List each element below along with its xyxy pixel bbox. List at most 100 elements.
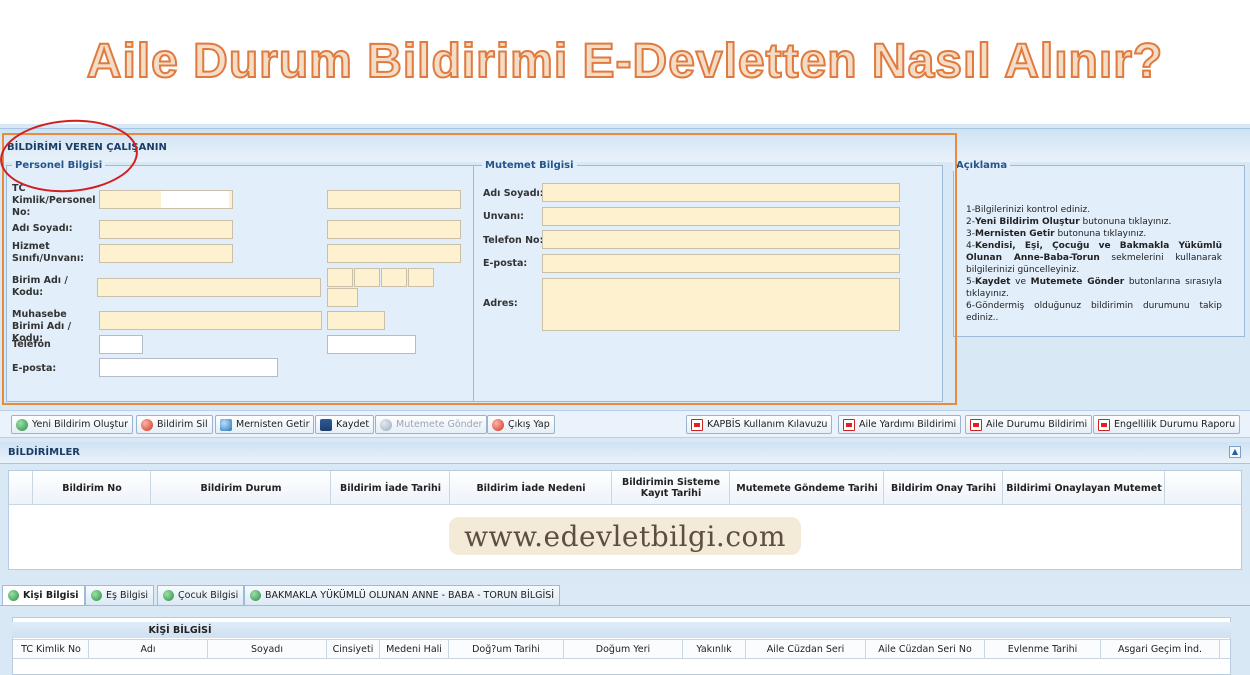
tab-kisi-bilgisi[interactable]: Kişi Bilgisi (2, 585, 85, 605)
birim-kodu-5[interactable] (327, 288, 358, 307)
col-onaylayan-mutemet[interactable]: Bildirimi Onaylayan Mutemet (1003, 471, 1165, 505)
aciklama-line-1: 1-Bilgilerinizi kontrol ediniz. (966, 205, 1091, 215)
col-iade-tarihi[interactable]: Bildirim İade Tarihi (331, 471, 450, 505)
birim-kodu-4[interactable] (408, 268, 434, 287)
muhasebe-kodu-input[interactable] (327, 311, 385, 330)
tc-redacted (161, 191, 229, 208)
refresh-icon (8, 590, 19, 601)
soyad-input[interactable] (327, 220, 461, 239)
send-icon (380, 418, 392, 431)
col-adi[interactable]: Adı (89, 640, 207, 659)
collapse-icon[interactable]: ▲ (1229, 446, 1241, 458)
pdf-icon (1098, 418, 1110, 431)
ad-soyad-label: Adı Soyadı: (12, 223, 73, 234)
unvan-input[interactable] (327, 244, 461, 263)
section-band (0, 128, 1250, 162)
eposta-input[interactable] (99, 358, 278, 377)
section-title: BİLDİRİMİ VEREN ÇALIŞANIN (7, 142, 167, 153)
yeni-bildirim-button[interactable]: Yeni Bildirim Oluştur (11, 415, 134, 434)
delete-icon (141, 418, 153, 431)
birim-kodu-1[interactable] (327, 268, 353, 287)
save-icon (320, 418, 332, 431)
hizmet-input[interactable] (99, 244, 233, 263)
aciklama-line-2: 2-Yeni Bildirim Oluştur butonuna tıklayı… (966, 217, 1172, 227)
birim-label: Birim Adı / Kodu: (12, 275, 68, 298)
telefon-alan-input[interactable] (99, 335, 143, 354)
refresh-icon (16, 418, 28, 431)
mutemet-eposta-label: E-posta: (483, 258, 528, 269)
exit-icon (492, 418, 504, 431)
bildirimler-header (0, 442, 1250, 464)
personel-no-input[interactable] (327, 190, 461, 209)
mutemet-telefon-input[interactable] (542, 230, 900, 249)
col-cuzdan-seri[interactable]: Aile Cüzdan Seri (746, 640, 865, 659)
col-evlenme-tarihi[interactable]: Evlenme Tarihi (985, 640, 1100, 659)
col-soyadi[interactable]: Soyadı (208, 640, 326, 659)
col-asgari-gecim[interactable]: Asgari Geçim İnd. (1101, 640, 1219, 659)
aile-yardimi-button[interactable]: Aile Yardımı Bildirimi (838, 415, 962, 434)
refresh-icon (163, 590, 174, 601)
ad-input[interactable] (99, 220, 233, 239)
tab-anne-baba-torun[interactable]: BAKMAKLA YÜKÜMLÜ OLUNAN ANNE - BABA - TO… (244, 585, 561, 605)
pdf-icon (970, 418, 982, 431)
birim-adi-input[interactable] (97, 278, 321, 297)
tc-label: TC Kimlik/Personel No: (12, 183, 96, 218)
aciklama-line-4: 4-Kendisi, Eşi, Çocuğu ve Bakmakla Yüküm… (966, 241, 1222, 275)
mutemet-adres-label: Adres: (483, 298, 518, 309)
bildirimler-title: BİLDİRİMLER (8, 447, 81, 458)
col-onay-tarihi[interactable]: Bildirim Onay Tarihi (884, 471, 1003, 505)
mutemet-ad-label: Adı Soyadı: (483, 188, 544, 199)
col-divider (1219, 640, 1220, 659)
kapbis-kilavuz-button[interactable]: KAPBİS Kullanım Kılavuzu (686, 415, 833, 434)
birim-kodu-3[interactable] (381, 268, 407, 287)
telefon-input[interactable] (327, 335, 416, 354)
watermark: www.edevletbilgi.com (449, 517, 801, 555)
eposta-label: E-posta: (12, 363, 57, 374)
aciklama-line-6: 6-Göndermiş olduğunuz bildirimin durumun… (966, 301, 1222, 323)
col-divider (1164, 471, 1165, 505)
mutemete-gonder-button[interactable]: Mutemete Gönder (375, 415, 488, 434)
mutemet-unvan-label: Unvanı: (483, 211, 524, 222)
tab-cocuk-bilgisi[interactable]: Çocuk Bilgisi (157, 585, 245, 605)
personel-legend: Personel Bilgisi (12, 160, 106, 171)
col-kayit-tarihi[interactable]: Bildirimin Sisteme Kayıt Tarihi (612, 471, 730, 505)
col-tc-kimlik[interactable]: TC Kimlik No (14, 640, 88, 659)
headline: Aile Durum Bildirimi E-Devletten Nasıl A… (86, 34, 1164, 89)
screenshot-root: Aile Durum Bildirimi E-Devletten Nasıl A… (0, 0, 1250, 675)
cikis-yap-button[interactable]: Çıkış Yap (487, 415, 555, 434)
col-bildirim-durum[interactable]: Bildirim Durum (151, 471, 331, 505)
kaydet-button[interactable]: Kaydet (315, 415, 375, 434)
mutemet-eposta-input[interactable] (542, 254, 900, 273)
aile-durumu-button[interactable]: Aile Durumu Bildirimi (965, 415, 1093, 434)
col-bildirim-no[interactable]: Bildirim No (33, 471, 151, 505)
mernisten-getir-button[interactable]: Mernisten Getir (215, 415, 315, 434)
pdf-icon (843, 418, 855, 431)
aciklama-legend: Açıklama (953, 160, 1011, 171)
mutemet-adres-input[interactable] (542, 278, 900, 331)
col-iade-nedeni[interactable]: Bildirim İade Nedeni (450, 471, 612, 505)
refresh-icon (250, 590, 261, 601)
muhasebe-adi-input[interactable] (99, 311, 322, 330)
birim-kodu-2[interactable] (354, 268, 380, 287)
mutemet-unvan-input[interactable] (542, 207, 900, 226)
tab-es-bilgisi[interactable]: Eş Bilgisi (85, 585, 155, 605)
aciklama-line-5: 5-Kaydet ve Mutemete Gönder butonlarına … (966, 277, 1222, 299)
engellilik-raporu-button[interactable]: Engellilik Durumu Raporu (1093, 415, 1241, 434)
mutemet-telefon-label: Telefon No: (483, 235, 544, 246)
col-medeni-hali[interactable]: Medeni Hali (380, 640, 448, 659)
pdf-icon (691, 418, 703, 431)
refresh-icon (91, 590, 102, 601)
col-gondeme-tarihi[interactable]: Mutemete Göndeme Tarihi (730, 471, 884, 505)
col-yakinlik[interactable]: Yakınlık (683, 640, 745, 659)
col-cinsiyeti[interactable]: Cinsiyeti (327, 640, 379, 659)
hizmet-label: Hizmet Sınıfı/Unvanı: (12, 241, 84, 264)
col-dogum-tarihi[interactable]: Doğ?um Tarihi (449, 640, 563, 659)
telefon-label: Telefon (12, 339, 51, 350)
bildirim-sil-button[interactable]: Bildirim Sil (136, 415, 213, 434)
import-icon (220, 418, 232, 431)
mutemet-legend: Mutemet Bilgisi (482, 160, 577, 171)
col-dogum-yeri[interactable]: Doğum Yeri (564, 640, 682, 659)
aciklama-line-3: 3-Mernisten Getir butonuna tıklayınız. (966, 229, 1147, 239)
mutemet-ad-input[interactable] (542, 183, 900, 202)
col-cuzdan-seri-no[interactable]: Aile Cüzdan Seri No (866, 640, 984, 659)
